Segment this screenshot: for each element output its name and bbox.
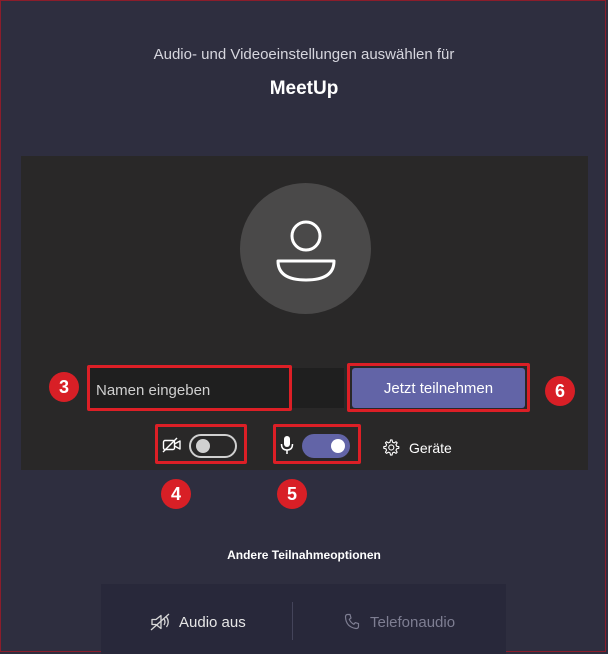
highlight-join-button bbox=[347, 363, 530, 412]
highlight-camera-toggle bbox=[155, 424, 247, 464]
annotation-badge-4: 4 bbox=[161, 479, 191, 509]
annotation-badge-3: 3 bbox=[49, 372, 79, 402]
avatar bbox=[240, 183, 371, 314]
settings-subtitle: Audio- und Videoeinstellungen auswählen … bbox=[153, 46, 455, 63]
speaker-off-icon bbox=[150, 613, 170, 631]
other-options-heading: Andere Teilnahmeoptionen bbox=[227, 548, 381, 562]
options-divider bbox=[292, 602, 293, 640]
highlight-name-input bbox=[87, 365, 292, 411]
name-input-tail bbox=[289, 368, 344, 408]
devices-label[interactable]: Geräte bbox=[409, 440, 452, 456]
meeting-title: MeetUp bbox=[269, 78, 339, 99]
phone-audio-option[interactable]: Telefonaudio bbox=[370, 614, 455, 631]
annotation-badge-5: 5 bbox=[277, 479, 307, 509]
highlight-microphone-toggle bbox=[273, 424, 361, 464]
audio-off-option[interactable]: Audio aus bbox=[179, 614, 246, 631]
annotation-badge-6: 6 bbox=[545, 376, 575, 406]
phone-icon bbox=[344, 613, 360, 630]
person-icon bbox=[276, 220, 336, 282]
gear-icon[interactable] bbox=[381, 438, 400, 457]
